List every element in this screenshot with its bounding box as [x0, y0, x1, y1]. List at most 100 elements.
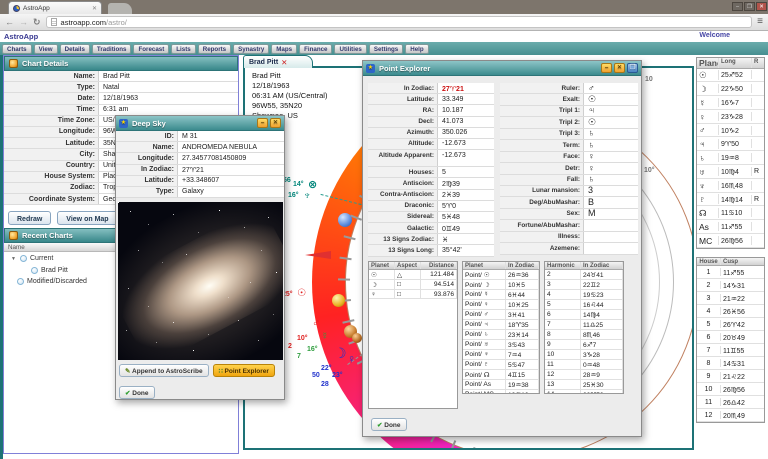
welcome-link[interactable]: Welcome [699, 32, 730, 39]
house-number: 9 [697, 372, 721, 380]
table-row: 11 26♎42 [697, 396, 764, 409]
detail-row: Azemene: [500, 243, 638, 254]
wheel-glyph-label: ♆ [303, 190, 311, 202]
new-tab-button[interactable] [108, 3, 132, 14]
dialog-close-button[interactable]: ✕ [614, 63, 625, 73]
check-icon: ✔ [125, 390, 130, 397]
col-planet: Planet [463, 262, 506, 269]
browser-menu-icon[interactable]: ≡ [757, 17, 763, 27]
table-row: Point/ ♂ 3♓41 [463, 310, 539, 320]
menu-item[interactable]: Charts [2, 44, 32, 54]
collapse-arrow-icon[interactable]: ▼ [10, 256, 17, 262]
table-row: 10 3♑28 [545, 350, 623, 360]
wheel-glyph-label: 10 [645, 76, 653, 83]
point-explorer-titlebar[interactable]: ★ Point Explorer – ✕ ❐ [363, 61, 641, 76]
menu-item[interactable]: Utilities [334, 44, 366, 54]
wheel-glyph-label: ♂ [312, 317, 320, 329]
zodiac-position: 7♒4 [506, 350, 539, 359]
planet-glyph: MC [697, 236, 719, 246]
zodiac-position: 24♉41 [581, 270, 623, 279]
dialog-minimize-button[interactable]: – [257, 118, 268, 128]
menu-item[interactable]: Forecast [133, 44, 169, 54]
detail-value: -12.673 [438, 139, 494, 149]
detail-label: Time Zone: [4, 116, 99, 126]
window-controls: – ❐ ✕ [732, 2, 767, 11]
detail-value: ♄ [584, 129, 638, 139]
midpoint-pair: Point/ ☿ [463, 290, 506, 299]
url-bar[interactable]: astroapp.com/astro/ [46, 16, 753, 28]
app-header: AstroApp Welcome [0, 31, 768, 42]
zodiac-position: 18♈35 [506, 320, 539, 329]
planet-glyph: ♂ [697, 125, 719, 135]
screen: AstroApp ✕ – ❐ ✕ ← → ↻ astroapp.com/astr… [0, 0, 768, 459]
harmonic-number: 7 [545, 320, 581, 329]
detail-value: 5♓48 [438, 212, 494, 222]
table-row: ☽ □ 94.514 [369, 280, 457, 290]
detail-label: Tripl 1: [500, 106, 584, 116]
planet-marker[interactable] [338, 213, 352, 227]
chart-tab-close-icon[interactable]: ✕ [281, 58, 287, 67]
done-button[interactable]: ✔ Done [119, 386, 155, 399]
menu-item[interactable]: Traditions [92, 44, 132, 54]
dialog-minimize-button[interactable]: – [601, 63, 612, 73]
zodiac-position: 6♓44 [506, 290, 539, 299]
menu-item[interactable]: Lists [171, 44, 195, 54]
detail-label: Latitude: [116, 176, 178, 186]
detail-row: Name: ANDROMEDA NEBULA [116, 142, 284, 153]
dialog-close-button[interactable]: ✕ [270, 118, 281, 128]
append-to-astroscribe-button[interactable]: ✎ Append to AstroScribe [119, 364, 209, 377]
house-number: 12 [697, 411, 721, 419]
menu-item[interactable]: Reports [198, 44, 231, 54]
detail-label: Country: [4, 161, 99, 171]
menu-item[interactable]: Help [405, 44, 428, 54]
page-icon [51, 18, 57, 26]
wheel-glyph-label: 23° [332, 372, 343, 379]
menu-item[interactable]: Finance [299, 44, 332, 54]
house-number: 7 [697, 346, 721, 354]
menu-item[interactable]: Settings [369, 44, 403, 54]
reload-button[interactable]: ↻ [33, 18, 41, 27]
zodiac-position: 23♓14 [506, 330, 539, 339]
window-maximize-button[interactable]: ❐ [744, 2, 755, 11]
menu-item[interactable]: Details [60, 44, 90, 54]
col-long: Long [719, 58, 752, 68]
deep-sky-titlebar[interactable]: ★ Deep Sky – ✕ [116, 116, 284, 131]
starfield [118, 202, 119, 203]
col-retrograde: R [752, 58, 762, 68]
menu-item[interactable]: Maps [271, 44, 297, 54]
back-button[interactable]: ← [5, 18, 14, 27]
point-explorer-button[interactable]: ∷ Point Explorer [213, 364, 275, 377]
house-cusps-panel: House Cusp 1 11♐55 2 14♑31 3 21♒22 4 [696, 257, 765, 423]
favicon-icon [13, 5, 20, 12]
window-close-button[interactable]: ✕ [756, 2, 767, 11]
dialog-restore-button[interactable]: ❐ [627, 63, 638, 73]
detail-label: Azemene: [500, 243, 584, 253]
zodiac-position: 22♊2 [581, 280, 623, 289]
house-number: 8 [697, 359, 721, 367]
zodiac-position: 11♐55 [721, 268, 763, 277]
detail-value: 12/18/1963 [99, 93, 238, 103]
done-button[interactable]: ✔ Done [371, 418, 407, 431]
tab-close-icon[interactable]: ✕ [92, 5, 97, 12]
planet-glyph: ☉ [369, 270, 395, 279]
detail-value: ♀ [584, 163, 638, 173]
window-minimize-button[interactable]: – [732, 2, 743, 11]
menu-item[interactable]: View [34, 44, 58, 54]
chart-details-header[interactable]: Chart Details [4, 56, 238, 71]
zodiac-position: 22♈50 [581, 390, 623, 394]
wheel-glyph-label: 50 [312, 372, 320, 379]
retrograde-flag: R [752, 167, 762, 175]
forward-button[interactable]: → [19, 18, 28, 27]
chart-tab[interactable]: Brad Pitt ✕ [243, 55, 313, 68]
planet-marker[interactable] [352, 333, 362, 343]
detail-value: 27♈21 [178, 165, 284, 175]
detail-value [584, 220, 638, 230]
planet-marker[interactable] [332, 294, 345, 307]
midpoint-pair: Point/ ♇ [463, 360, 506, 369]
menu-item[interactable]: Synastry [233, 44, 269, 54]
planet-glyph: ♆ [697, 181, 719, 191]
browser-tab[interactable]: AstroApp ✕ [8, 1, 102, 14]
redraw-button[interactable]: Redraw [8, 211, 51, 225]
view-on-map-button[interactable]: View on Map [57, 211, 117, 225]
detail-value: M 31 [178, 131, 284, 141]
